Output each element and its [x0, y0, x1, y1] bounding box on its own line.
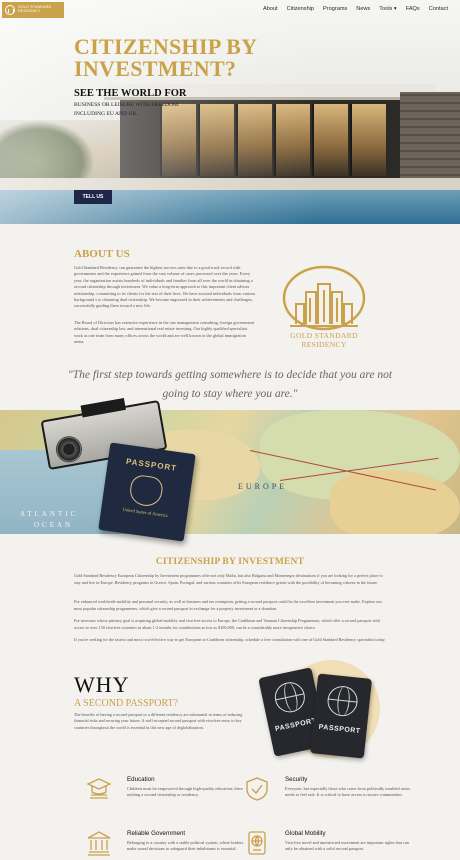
feature-desc-education: Children must be empowered through high-… [127, 786, 243, 798]
tell-us-button[interactable]: TELL US [74, 190, 112, 204]
passport-country: United States of America [122, 506, 168, 519]
feature-desc-government: Belonging to a country with a stable pol… [127, 840, 244, 852]
nav-news[interactable]: News [356, 6, 370, 12]
citizenship-paragraph-1: Gold Standard Residency European Citizen… [74, 573, 383, 585]
nav-programs[interactable]: Programs [323, 6, 347, 12]
citizenship-paragraph-2: For enhanced worldwide mobility and pers… [74, 599, 382, 611]
passport-front-label: PASSPORT [318, 723, 361, 736]
map-label-ocean: OCEAN [34, 521, 74, 529]
citizenship-paragraph-4: If you're seeking for the fastest and mo… [74, 637, 386, 642]
hero-subtitle-detail: BUSINESS OR LEISURE WITH FREEDOM. INCLUD… [74, 101, 214, 119]
about-paragraph-2: The Board of Directors has extensive exp… [74, 320, 254, 345]
hero-title: CITIZENSHIP BY INVESTMENT? [74, 36, 274, 80]
why-text: The benefits of having a second passport… [74, 712, 243, 730]
why-title: WHY [74, 672, 130, 697]
passport-front-image: PASSPORT [309, 673, 373, 759]
eagle-seal-icon [128, 473, 165, 508]
camera-lens-icon [53, 434, 85, 465]
nav-about[interactable]: About [263, 6, 278, 12]
brand-logo[interactable]: GOLD STANDARD RESIDENCY [2, 2, 64, 18]
feature-title-security: Security [285, 776, 308, 783]
logo-sub: RESIDENCY [18, 9, 41, 13]
hero-title-line1: CITIZENSHIP BY [74, 34, 258, 59]
government-icon [87, 831, 111, 856]
why-subtitle: A SECOND PASSPORT? [74, 698, 179, 709]
passport-globe-icon [248, 831, 266, 855]
feature-desc-mobility: Visa-free travel and unrestricted moveme… [285, 840, 409, 852]
feature-title-government: Reliable Government [127, 830, 186, 837]
about-paragraph-1: Gold Standard Residency can guarantee th… [74, 265, 256, 309]
map-label-atlantic: ATLANTIC [20, 510, 79, 518]
nav-tools[interactable]: Tools ▾ [379, 6, 396, 12]
logo-mark-icon [5, 5, 15, 15]
nav-contact[interactable]: Contact [429, 6, 448, 12]
globe-icon [272, 679, 308, 716]
about-title: ABOUT US [74, 248, 130, 260]
passport-image: PASSPORT United States of America [98, 442, 196, 542]
hero-subtitle-line2: INCLUDING EU AND UK. [74, 111, 139, 117]
citizenship-title: CITIZENSHIP BY INVESTMENT [155, 557, 305, 567]
nav-citizenship[interactable]: Citizenship [287, 6, 314, 12]
hero-subtitle: SEE THE WORLD FOR [74, 88, 187, 99]
feature-title-education: Education [127, 776, 155, 783]
passport-title: PASSPORT [125, 456, 178, 473]
big-logo-text: GOLD STANDARD RESIDENCY [276, 331, 372, 349]
map-label-europe: EUROPE [238, 482, 288, 491]
hero-subtitle-line1: BUSINESS OR LEISURE WITH FREEDOM. [74, 102, 180, 108]
quote: "The first step towards getting somewher… [67, 369, 393, 400]
hero-title-line2: INVESTMENT? [74, 56, 237, 81]
main-nav: About Citizenship Programs News Tools ▾ … [263, 6, 448, 12]
shield-check-icon [246, 777, 268, 801]
nav-faqs[interactable]: FAQs [406, 6, 420, 12]
globe-icon [326, 684, 360, 718]
citizenship-paragraph-3: For investors whose primary goal is acqu… [74, 618, 380, 630]
feature-desc-security: Everyone, but especially those who come … [285, 786, 411, 798]
feature-title-mobility: Global Mobility [285, 830, 326, 837]
big-logo-line2: RESIDENCY [301, 339, 347, 349]
graduation-icon [86, 778, 112, 799]
